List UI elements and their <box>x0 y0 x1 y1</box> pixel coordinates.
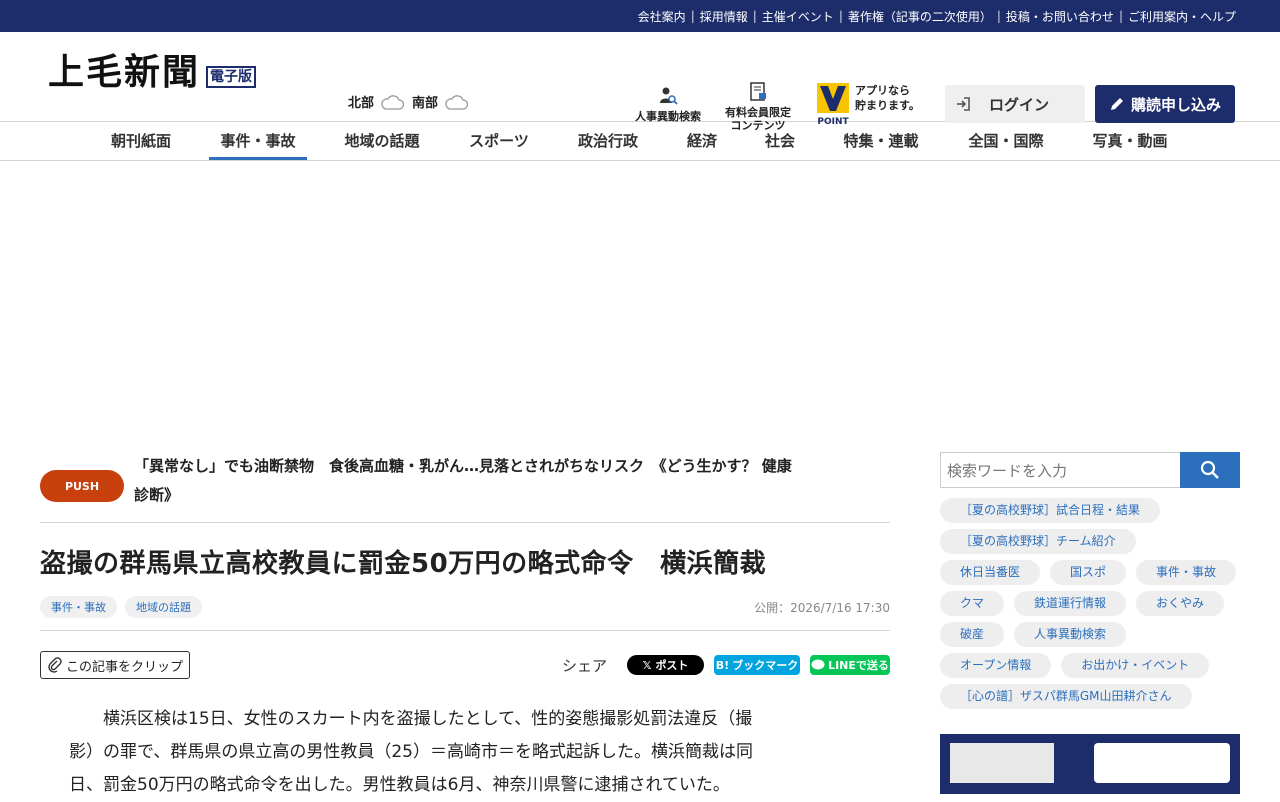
personnel-search-link[interactable]: 人事異動検索 <box>628 86 708 123</box>
sidebar: 検索ワードを入力 ［夏の高校野球］試合日程・結果 ［夏の高校野球］チーム紹介 休… <box>940 452 1240 794</box>
separator: | <box>752 9 757 23</box>
logo-edition-badge: 電子版 <box>206 66 257 88</box>
sidebar-tag[interactable]: 事件・事故 <box>1136 560 1237 585</box>
point-text: アプリなら 貯まります。 <box>855 83 920 113</box>
utility-bar: 会社案内 | 採用情報 | 主催イベント | 著作権（記事の二次使用） | 投稿・お問い… <box>0 0 1280 32</box>
sidebar-tag[interactable]: 休日当番医 <box>940 560 1041 585</box>
share-hatena-button[interactable]: B! ブックマーク <box>714 655 800 675</box>
push-headline-line: 診断》 <box>134 486 180 504</box>
push-badge: PUSH <box>40 470 124 502</box>
document-lock-icon <box>750 82 766 101</box>
published-date: 公開：2026/7/16 17:30 <box>754 600 890 615</box>
separator: | <box>996 9 1001 23</box>
link-recruit[interactable]: 採用情報 <box>700 8 748 25</box>
search-box: 検索ワードを入力 <box>940 452 1240 488</box>
paid-content-label-1: 有料会員限定 <box>725 106 791 119</box>
login-icon <box>957 97 970 111</box>
link-copyright[interactable]: 著作権（記事の二次使用） <box>848 8 992 25</box>
link-events[interactable]: 主催イベント <box>762 8 834 25</box>
logo-text: 上毛新聞 <box>48 51 201 93</box>
hatena-icon: B! <box>715 658 730 672</box>
link-company[interactable]: 会社案内 <box>638 8 686 25</box>
search-input[interactable]: 検索ワードを入力 <box>940 452 1180 488</box>
article-body-line: 日、罰金50万円の略式命令を出した。男性教員は6月、神奈川県警に逮捕されていた。 <box>69 775 730 795</box>
article-tag[interactable]: 地域の話題 <box>125 596 202 618</box>
todays-paper-banner[interactable] <box>940 734 1240 794</box>
separator: | <box>690 9 695 23</box>
nav-incidents[interactable]: 事件・事故 <box>209 122 307 160</box>
v-point-icon <box>817 83 849 113</box>
clip-label: この記事をクリップ <box>66 659 184 675</box>
separator: | <box>838 9 843 23</box>
nav-local-news[interactable]: 地域の話題 <box>334 122 430 160</box>
popular-tags: ［夏の高校野球］試合日程・結果 ［夏の高校野球］チーム紹介 休日当番医 国スポ … <box>940 498 1240 709</box>
cloud-icon <box>381 94 405 110</box>
share-x-label: ポスト <box>655 659 689 672</box>
sidebar-tag[interactable]: 人事異動検索 <box>1014 622 1127 647</box>
paper-card <box>1094 743 1230 783</box>
x-icon: 𝕏 <box>642 658 652 672</box>
separator: | <box>1118 9 1123 23</box>
point-text-line: アプリなら <box>855 84 910 97</box>
article-body-line: 横浜区検は15日、女性のスカート内を盗撮したとして、性的姿態撮影処罰法違反（撮 <box>103 709 753 729</box>
subscribe-button[interactable]: 購読申し込み <box>1095 85 1235 123</box>
push-banner[interactable]: PUSH 「異常なし」でも油断禁物 食後高血糖・乳がん…見落とされがちなリスク … <box>40 452 890 523</box>
paperclip-icon <box>48 657 62 673</box>
link-help[interactable]: ご利用案内・ヘルプ <box>1128 8 1236 25</box>
article-title: 盗撮の群馬県立高校教員に罰金50万円の略式命令 横浜簡裁 <box>40 549 767 579</box>
ad-space <box>0 161 1280 453</box>
push-headline-line: 「異常なし」でも油断禁物 食後高血糖・乳がん…見落とされがちなリスク 《どう生か… <box>134 457 792 475</box>
sidebar-tag[interactable]: 破産 <box>940 622 1005 647</box>
sidebar-tag[interactable]: 国スポ <box>1050 560 1127 585</box>
article-body: 横浜区検は15日、女性のスカート内を盗撮したとして、性的姿態撮影処罰法違反（撮 … <box>69 703 830 802</box>
link-contact[interactable]: 投稿・お問い合わせ <box>1006 8 1114 25</box>
sidebar-tag[interactable]: ［夏の高校野球］チーム紹介 <box>940 529 1136 554</box>
site-header: 上毛新聞 電子版 北部 南部 人事異動検索 有料会員限定 コンテンツ POINT… <box>0 32 1280 132</box>
article-meta: 事件・事故 地域の話題 公開：2026/7/16 17:30 <box>40 596 890 631</box>
nav-sports[interactable]: スポーツ <box>456 122 542 160</box>
share-line-button[interactable]: LINEで送る <box>810 655 890 675</box>
line-icon <box>811 659 825 670</box>
article-tag[interactable]: 事件・事故 <box>40 596 117 618</box>
search-button[interactable] <box>1180 452 1240 488</box>
nav-politics[interactable]: 政治行政 <box>568 122 648 160</box>
article-body-line: 影）の罪で、群馬県の県立高の男性教員（25）＝高崎市＝を略式起訴した。横浜簡裁は… <box>69 742 753 762</box>
share-hatena-label: ブックマーク <box>732 659 799 672</box>
share-label: シェア <box>561 656 607 675</box>
login-label: ログイン <box>989 95 1050 114</box>
push-headline[interactable]: 「異常なし」でも油断禁物 食後高血糖・乳がん…見落とされがちなリスク 《どう生か… <box>134 452 792 510</box>
sidebar-tag[interactable]: クマ <box>940 591 1005 616</box>
sidebar-tag[interactable]: おくやみ <box>1136 591 1225 616</box>
nav-society[interactable]: 社会 <box>756 122 804 160</box>
search-icon <box>1200 460 1219 479</box>
sidebar-tag[interactable]: お出かけ・イベント <box>1061 653 1210 678</box>
cloud-icon <box>445 94 469 110</box>
share-x-button[interactable]: 𝕏 ポスト <box>627 655 704 675</box>
nav-economy[interactable]: 経済 <box>676 122 728 160</box>
weather-region-label: 北部 <box>348 96 375 111</box>
login-button[interactable]: ログイン <box>945 85 1085 123</box>
clip-button[interactable]: この記事をクリップ <box>40 651 191 679</box>
share-line-label: LINEで送る <box>828 659 889 672</box>
weather-region-label: 南部 <box>412 96 439 111</box>
nav-features[interactable]: 特集・連載 <box>832 122 930 160</box>
weather-south[interactable]: 南部 <box>412 92 469 111</box>
sidebar-tag[interactable]: ［心の譜］ザスパ群馬GM山田耕介さん <box>940 684 1192 709</box>
article-tools: この記事をクリップ シェア 𝕏 ポスト B! ブックマーク LINEで送る <box>40 651 890 679</box>
sidebar-tag[interactable]: オープン情報 <box>940 653 1052 678</box>
sidebar-tag[interactable]: 鉄道運行情報 <box>1014 591 1127 616</box>
nav-morning-paper[interactable]: 朝刊紙面 <box>100 122 182 160</box>
site-logo[interactable]: 上毛新聞 電子版 <box>48 51 257 93</box>
weather-north[interactable]: 北部 <box>348 92 405 111</box>
pencil-icon <box>1110 98 1123 110</box>
nav-national[interactable]: 全国・国際 <box>958 122 1054 160</box>
nav-photos-videos[interactable]: 写真・動画 <box>1080 122 1180 160</box>
person-search-icon <box>660 87 678 105</box>
point-text-line: 貯まります。 <box>855 99 920 112</box>
sidebar-tag[interactable]: ［夏の高校野球］試合日程・結果 <box>940 498 1161 523</box>
subscribe-label: 購読申し込み <box>1130 95 1221 114</box>
paper-thumbnail <box>950 743 1054 783</box>
main-nav: 朝刊紙面 事件・事故 地域の話題 スポーツ 政治行政 経済 社会 特集・連載 全… <box>0 122 1280 161</box>
article-column: PUSH 「異常なし」でも油断禁物 食後高血糖・乳がん…見落とされがちなリスク … <box>40 452 890 802</box>
